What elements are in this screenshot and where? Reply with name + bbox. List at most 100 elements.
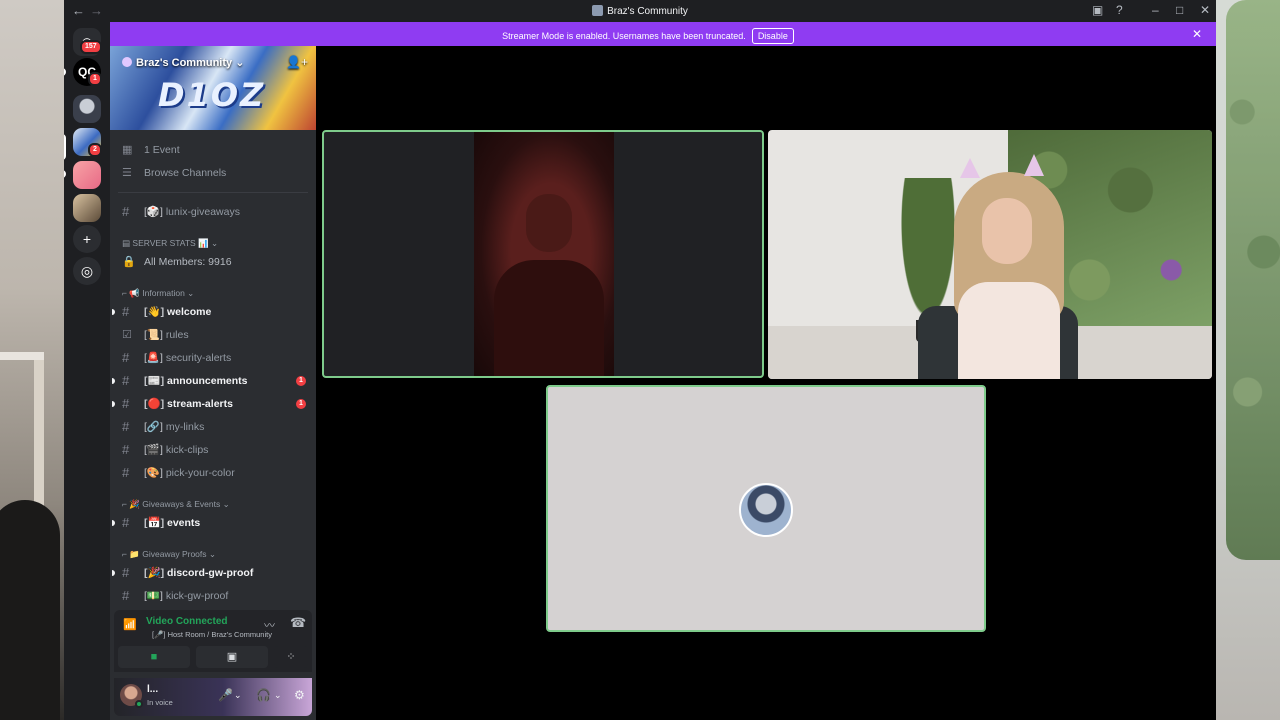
home-badge: 157 <box>80 40 102 54</box>
server-icon <box>592 5 604 16</box>
hash-icon: # <box>122 350 130 365</box>
server-qc-badge: 1 <box>88 72 102 86</box>
title-bar: ← → Braz's Community ▣ ? – □ ✕ <box>64 0 1216 22</box>
unread-indicator <box>112 309 115 315</box>
streamer-mode-banner: Streamer Mode is enabled. Usernames have… <box>110 22 1216 46</box>
unread-pill <box>64 170 66 178</box>
server-avatar-6[interactable] <box>73 194 101 222</box>
category-giveaways-events[interactable]: ⌐ 🎉 Giveaways & Events ⌄ <box>122 497 302 511</box>
category-information[interactable]: ⌐ 📢 Information ⌄ <box>122 286 302 300</box>
close-window-icon[interactable]: ✕ <box>1200 3 1210 17</box>
server-header[interactable]: D1OZ Braz's Community ⌄ 👤+ <box>110 46 316 130</box>
username[interactable]: l... <box>147 684 158 695</box>
boost-icon <box>122 57 132 67</box>
screen-share-button[interactable]: ▣ <box>196 646 268 668</box>
category-giveaway-proofs[interactable]: ⌐ 📁 Giveaway Proofs ⌄ <box>122 547 302 561</box>
discover-button[interactable]: ◎ <box>73 257 101 285</box>
events-row[interactable]: ▦ 1 Event <box>116 140 310 160</box>
cat-ear-headset-right <box>1024 154 1044 176</box>
lock-icon: 🔒 <box>122 256 136 268</box>
chevron-down-icon: ⌄ <box>211 238 219 248</box>
selected-pill <box>64 134 66 160</box>
background-post <box>34 360 44 520</box>
help-icon[interactable]: ? <box>1116 3 1123 17</box>
background-shelf <box>0 352 44 360</box>
streamer-torso <box>958 282 1060 379</box>
activities-icon: ⁘ <box>286 651 296 663</box>
server-avatar-3[interactable] <box>73 95 101 123</box>
hash-icon: # <box>122 465 130 480</box>
chevron-down-icon: ⌄ <box>208 549 217 559</box>
channel-lunix-giveaways[interactable]: # [🎲] lunix-giveaways <box>116 202 310 222</box>
signal-icon[interactable]: 📶 <box>123 618 137 631</box>
server-banner-art: D1OZ <box>158 76 266 114</box>
disable-streamer-mode-button[interactable]: Disable <box>751 28 794 44</box>
microphone-icon[interactable]: 🎤 <box>218 688 233 702</box>
channel-kick-clips[interactable]: # [🎬] kick-clips <box>116 440 310 460</box>
streamer-webcam <box>954 154 1064 379</box>
minimize-icon[interactable]: – <box>1152 3 1159 17</box>
server-name[interactable]: Braz's Community ⌄ <box>122 56 244 69</box>
streamer-face <box>982 198 1032 264</box>
channel-announcements[interactable]: # [📰] announcements 1 <box>112 371 310 391</box>
channel-security-alerts[interactable]: # [🚨] security-alerts <box>116 348 310 368</box>
hash-icon: # <box>122 442 130 457</box>
camera-icon: ■ <box>150 651 158 663</box>
compass-icon: ◎ <box>80 263 94 279</box>
invite-people-icon[interactable]: 👤+ <box>286 55 308 69</box>
video-tile-participant-1[interactable] <box>322 130 764 378</box>
unread-indicator <box>112 378 115 384</box>
unread-indicator <box>112 520 115 526</box>
channel-my-links[interactable]: # [🔗] my-links <box>116 417 310 437</box>
channel-rules[interactable]: ☑ [📜] rules <box>116 325 310 345</box>
chevron-down-icon: ⌄ <box>222 499 230 509</box>
participant-head <box>526 194 572 252</box>
unread-pill <box>64 68 66 76</box>
server-braz-badge: 2 <box>88 143 102 157</box>
add-server-button[interactable]: + <box>73 225 101 253</box>
close-icon[interactable]: ✕ <box>1192 27 1202 41</box>
noise-suppression-icon[interactable]: 〰 <box>264 617 275 633</box>
settings-gear-icon[interactable]: ⚙ <box>294 688 305 702</box>
background-dark-object <box>0 500 60 720</box>
server-avatar-5[interactable] <box>73 161 101 189</box>
category-server-stats[interactable]: ▤ SERVER STATS 📊 ⌄ <box>122 236 302 250</box>
server-rail: ◉ 157 QC 1 2 + ◎ <box>64 22 110 720</box>
window-title: Braz's Community <box>64 5 1216 17</box>
all-members-row[interactable]: 🔒 All Members: 9916 <box>116 252 310 272</box>
voice-connection-panel: 📶 Video Connected [🎤] Host Room / Braz's… <box>114 610 312 672</box>
video-tile-participant-3[interactable] <box>546 385 986 632</box>
streamer-mode-message: Streamer Mode is enabled. Usernames have… <box>502 31 746 41</box>
activities-button[interactable]: ⁘ <box>274 646 308 668</box>
webcam-feed <box>474 132 614 376</box>
mic-options-chevron-icon[interactable]: ⌄ <box>234 690 242 701</box>
stream-background-right <box>1216 0 1280 720</box>
channel-sidebar: D1OZ Braz's Community ⌄ 👤+ ▦ 1 Event ☰ B… <box>110 46 316 720</box>
channel-events[interactable]: # [📅] events <box>112 513 310 533</box>
calendar-icon: ▦ <box>122 144 133 156</box>
hash-icon: # <box>122 419 130 434</box>
channel-kick-gw-proof[interactable]: # [💵] kick-gw-proof <box>116 586 310 606</box>
voice-room-name[interactable]: [🎤] Host Room / Braz's Community <box>152 630 272 639</box>
video-tile-participant-2[interactable] <box>768 130 1212 379</box>
channel-welcome[interactable]: # [👋] welcome <box>112 302 310 322</box>
screen-share-icon: ▣ <box>226 651 238 663</box>
maximize-icon[interactable]: □ <box>1176 3 1183 17</box>
list-icon: ☰ <box>122 167 132 179</box>
unread-indicator <box>112 570 115 576</box>
channel-stream-alerts[interactable]: # [🔴] stream-alerts 1 <box>112 394 310 414</box>
hash-icon: # <box>122 204 130 219</box>
channel-pick-your-color[interactable]: # [🎨] pick-your-color <box>116 463 310 483</box>
headphones-icon[interactable]: 🎧 <box>256 688 271 702</box>
disconnect-icon[interactable]: ☎ <box>290 615 306 631</box>
channel-discord-gw-proof[interactable]: # [🎉] discord-gw-proof <box>112 563 310 583</box>
voice-status[interactable]: Video Connected <box>146 616 228 627</box>
cat-ear-headset-left <box>960 158 980 178</box>
audio-options-chevron-icon[interactable]: ⌄ <box>274 690 282 701</box>
hash-icon: # <box>122 396 130 411</box>
browse-channels-row[interactable]: ☰ Browse Channels <box>116 163 310 183</box>
participant-avatar <box>739 483 793 537</box>
discord-window: ← → Braz's Community ▣ ? – □ ✕ ◉ 157 QC … <box>64 0 1216 720</box>
inbox-icon[interactable]: ▣ <box>1092 3 1103 17</box>
camera-button[interactable]: ■ <box>118 646 190 668</box>
